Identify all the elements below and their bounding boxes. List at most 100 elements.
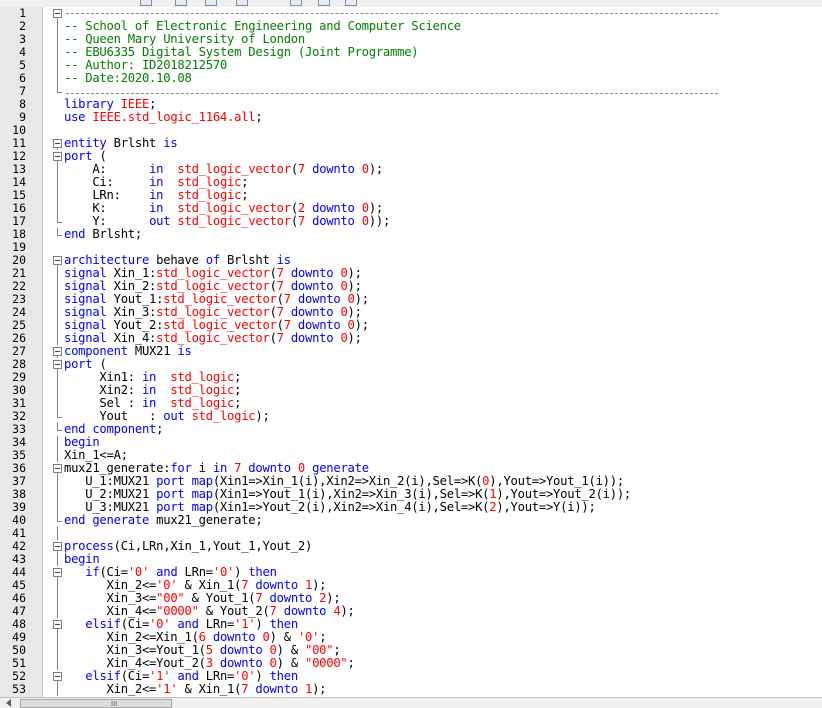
token-id: ) (234, 565, 249, 579)
token-id: (Ci= (120, 669, 150, 683)
code-text: process(Ci,LRn,Xin_1,Yout_1,Yout_2) (64, 540, 312, 553)
token-type: std_logic_vector (156, 305, 270, 319)
code-line[interactable]: 11 entity Brlsht is (0, 137, 822, 150)
token-id: ) & (276, 643, 305, 657)
token-id: (Xin1=>Xin_1(i),Xin2=>Xin_2(i),Sel=>K( (212, 474, 483, 488)
token-id: Ci: (64, 175, 150, 189)
token-kw: if (85, 565, 100, 579)
code-line[interactable]: 27 component MUX21 is (0, 345, 822, 358)
toolbar-button[interactable] (175, 0, 187, 6)
token-kw: signal (64, 318, 114, 332)
token-type: std_logic_vector (177, 162, 291, 176)
fold-end-marker (57, 521, 62, 522)
token-id: ( (99, 357, 107, 371)
token-id: ); (340, 604, 355, 618)
token-id: Xin2: (64, 383, 142, 397)
toolbar-button[interactable] (318, 0, 330, 6)
token-kw: in (141, 396, 171, 410)
token-kw: is (177, 344, 192, 358)
fold-guide (57, 605, 58, 618)
token-id: K: (64, 201, 150, 215)
token-kw: process (64, 539, 114, 553)
token-id: LRn= (184, 565, 214, 579)
token-kw: downto (283, 266, 341, 280)
code-line[interactable]: 40 end generate mux21_generate; (0, 514, 822, 527)
token-str: 0 (361, 201, 369, 215)
token-kw: begin (64, 435, 100, 449)
token-id: ; (241, 188, 249, 202)
token-kw: port map (156, 474, 213, 488)
fold-guide (57, 202, 58, 215)
fold-guide (57, 488, 58, 501)
token-kw: begin (64, 552, 100, 566)
toolbar-button[interactable] (140, 0, 152, 6)
fold-guide (57, 20, 58, 33)
fold-guide (57, 644, 58, 657)
token-kw: downto (248, 682, 305, 696)
token-str: 0 (269, 643, 277, 657)
token-id (64, 565, 85, 579)
token-str: 0 (340, 266, 348, 280)
token-id: ( (276, 292, 284, 306)
toolbar-button[interactable] (205, 0, 217, 6)
token-id: & Yout_2( (198, 604, 270, 618)
token-id: Brlsht (227, 253, 277, 267)
code-line[interactable]: 42 process(Ci,LRn,Xin_1,Yout_1,Yout_2) (0, 540, 822, 553)
token-kw: and (170, 669, 206, 683)
token-kw: then (269, 669, 299, 683)
token-id: & Xin_1( (177, 578, 242, 592)
token-cm: -- School of Electronic Engineering and … (64, 19, 461, 33)
token-id: ( (290, 201, 298, 215)
toolbar-button[interactable] (290, 0, 302, 6)
token-type: IEEE (120, 97, 150, 111)
token-id: (Xin1=>Yout_1(i),Xin2=>Xin_3(i),Sel=>K( (212, 487, 490, 501)
token-kw: in (149, 201, 178, 215)
token-id: Xin_2<= (64, 682, 157, 696)
token-str: 7 (283, 292, 291, 306)
token-str: 0 (340, 331, 348, 345)
token-id: (Ci= (120, 617, 150, 631)
code-line[interactable]: 6 -- Date:2020.10.08 (0, 72, 822, 85)
token-str: 0 (262, 630, 270, 644)
code-text: end Brlsht; (64, 228, 142, 241)
comment-rule (66, 13, 718, 14)
fold-guide (57, 163, 58, 176)
token-id: ( (269, 331, 277, 345)
token-id: LRn= (205, 669, 235, 683)
token-id: ) (255, 617, 270, 631)
code-editor[interactable]: 1 2 -- School of Electronic Engineering an… (0, 7, 822, 697)
token-type: std_logic_vector (163, 318, 277, 332)
token-kw: then (248, 565, 277, 579)
fold-guide (57, 436, 58, 449)
token-kw: in (212, 461, 235, 475)
horizontal-scrollbar[interactable]: III (0, 697, 822, 708)
token-str: 0 (347, 292, 355, 306)
token-kw: signal (64, 305, 114, 319)
code-text: end generate mux21_generate; (64, 514, 263, 527)
token-str: '0' (234, 669, 256, 683)
toolbar-button[interactable] (345, 0, 357, 6)
token-id: Xin_4<= (64, 604, 157, 618)
token-id: mux21_generate: (64, 461, 171, 475)
token-id: ; (347, 656, 355, 670)
code-line[interactable]: 53 Xin_2<='1' & Xin_1(7 downto 1); (0, 683, 822, 696)
token-id: Brlsht; (92, 227, 142, 241)
token-id: ),Yout=>Yout_2(i)); (496, 487, 632, 501)
toolbar-button[interactable] (236, 0, 248, 6)
token-str: 2 (297, 201, 306, 215)
token-str: '0' (297, 630, 320, 644)
fold-guide (57, 215, 58, 222)
scroll-left-icon[interactable] (6, 699, 11, 707)
token-id: ; (234, 370, 242, 384)
code-line[interactable]: 9 use IEEE.std_logic_1164.all; (0, 111, 822, 124)
token-str: '1' (149, 669, 171, 683)
token-str: "00" (305, 643, 334, 657)
token-kw: is (163, 136, 178, 150)
token-kw: downto (212, 643, 270, 657)
token-id: ; (333, 643, 341, 657)
fold-guide (57, 631, 58, 644)
fold-guide (57, 46, 58, 59)
token-id: behave (156, 253, 206, 267)
code-line[interactable]: 33 end component; (0, 423, 822, 436)
code-line[interactable]: 18 end Brlsht; (0, 228, 822, 241)
